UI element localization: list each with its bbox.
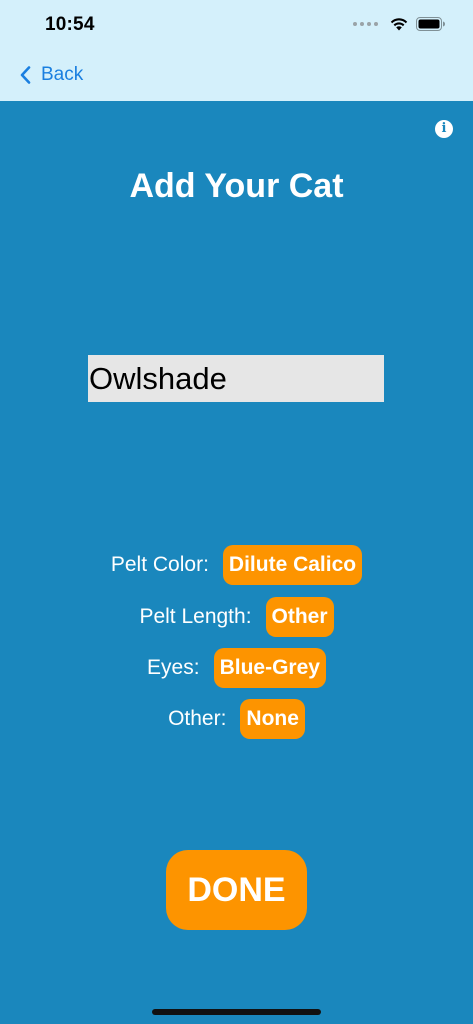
other-row: Other: None [0, 699, 473, 739]
pelt-length-label: Pelt Length: [139, 605, 252, 628]
info-icon[interactable]: i [435, 120, 453, 138]
navigation-bar: 10:54 Back [0, 0, 473, 101]
eyes-label: Eyes: [147, 656, 200, 679]
pelt-color-label: Pelt Color: [110, 553, 209, 576]
other-label: Other: [168, 707, 227, 730]
cat-name-input[interactable] [88, 355, 384, 402]
eyes-button[interactable]: Blue-Grey [213, 648, 326, 688]
status-time: 10:54 [45, 14, 95, 35]
status-icons [353, 17, 446, 31]
back-button[interactable]: Back [20, 64, 83, 86]
app-screen: 10:54 Back i Add Your Cat Owlshade Pelt … [0, 0, 473, 1024]
chevron-left-icon [20, 66, 31, 84]
back-label: Back [41, 64, 84, 85]
pelt-length-button[interactable]: Other [265, 597, 334, 637]
pelt-length-row: Pelt Length: Other [0, 597, 473, 637]
other-button[interactable]: None [240, 699, 305, 739]
cellular-signal-icon [353, 22, 378, 26]
battery-icon [416, 17, 445, 31]
wifi-icon [390, 18, 408, 31]
pelt-color-button[interactable]: Dilute Calico [222, 545, 363, 585]
page-title: Add Your Cat [129, 167, 344, 205]
home-indicator[interactable] [152, 1009, 321, 1015]
done-button[interactable]: DONE [166, 850, 307, 930]
eyes-row: Eyes: Blue-Grey [0, 648, 473, 688]
pelt-color-row: Pelt Color: Dilute Calico [0, 545, 473, 585]
